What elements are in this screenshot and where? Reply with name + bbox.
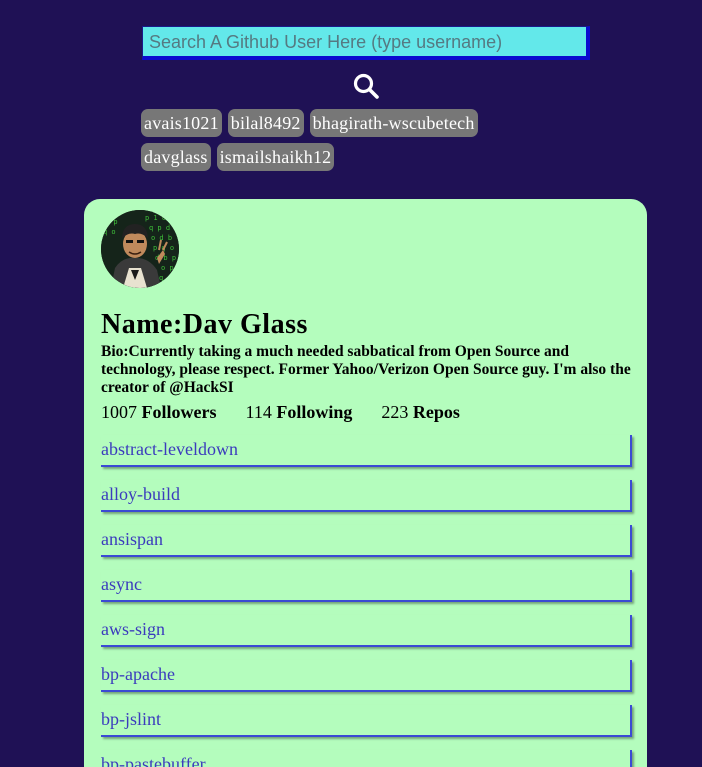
search-bar — [142, 26, 594, 64]
profile-stats: 1007 Followers 114 Following 223 Repos — [101, 402, 460, 423]
repo-link[interactable]: alloy-build — [101, 480, 632, 512]
avatar-image: p 1 o q p d o d b p q o d b p b p q o o … — [101, 210, 179, 288]
followers-label: Followers — [141, 402, 217, 422]
profile-name: Name:Dav Glass — [101, 309, 308, 340]
repos-label: Repos — [412, 402, 460, 422]
svg-text:o p: o p — [161, 264, 174, 272]
profile-card: p 1 o q p d o d b p q o d b p b p q o o … — [84, 199, 647, 767]
recent-search-chip[interactable]: bhagirath-wscubetech — [309, 109, 478, 137]
repo-list: abstract-leveldown alloy-build ansispan … — [101, 435, 632, 767]
svg-text:p 1 o: p 1 o — [145, 214, 166, 222]
repo-link[interactable]: ansispan — [101, 525, 632, 557]
followers-count: 1007 — [101, 402, 137, 422]
recent-search-chip[interactable]: davglass — [141, 143, 211, 171]
page: avais1021 bilal8492 bhagirath-wscubetech… — [0, 0, 702, 767]
repos-count: 223 — [381, 402, 409, 422]
recent-search-chip[interactable]: ismailshaikh12 — [216, 143, 335, 171]
avatar: p 1 o q p d o d b p q o d b p b p q o o … — [101, 210, 179, 288]
following-count: 114 — [245, 402, 272, 422]
following-label: Following — [276, 402, 353, 422]
recent-searches: avais1021 bilal8492 bhagirath-wscubetech… — [141, 109, 561, 177]
recent-searches-row: davglass ismailshaikh12 — [141, 143, 561, 171]
search-button[interactable] — [352, 72, 380, 100]
recent-search-chip[interactable]: avais1021 — [141, 109, 222, 137]
magnifier-icon — [353, 73, 379, 99]
profile-bio: Bio:Currently taking a much needed sabba… — [101, 343, 631, 396]
recent-searches-row: avais1021 bilal8492 bhagirath-wscubetech — [141, 109, 561, 137]
svg-text:q d: q d — [159, 274, 172, 282]
repo-link[interactable]: bp-apache — [101, 660, 632, 692]
repo-link[interactable]: aws-sign — [101, 615, 632, 647]
repo-link[interactable]: bp-pastebuffer — [101, 750, 632, 767]
repo-link[interactable]: bp-jslint — [101, 705, 632, 737]
recent-search-chip[interactable]: bilal8492 — [227, 109, 304, 137]
repo-link[interactable]: async — [101, 570, 632, 602]
search-input[interactable] — [142, 26, 590, 60]
svg-text:b p: b p — [105, 218, 118, 226]
repo-link[interactable]: abstract-leveldown — [101, 435, 632, 467]
svg-text:q o: q o — [103, 228, 116, 236]
svg-text:q p d: q p d — [149, 224, 170, 232]
